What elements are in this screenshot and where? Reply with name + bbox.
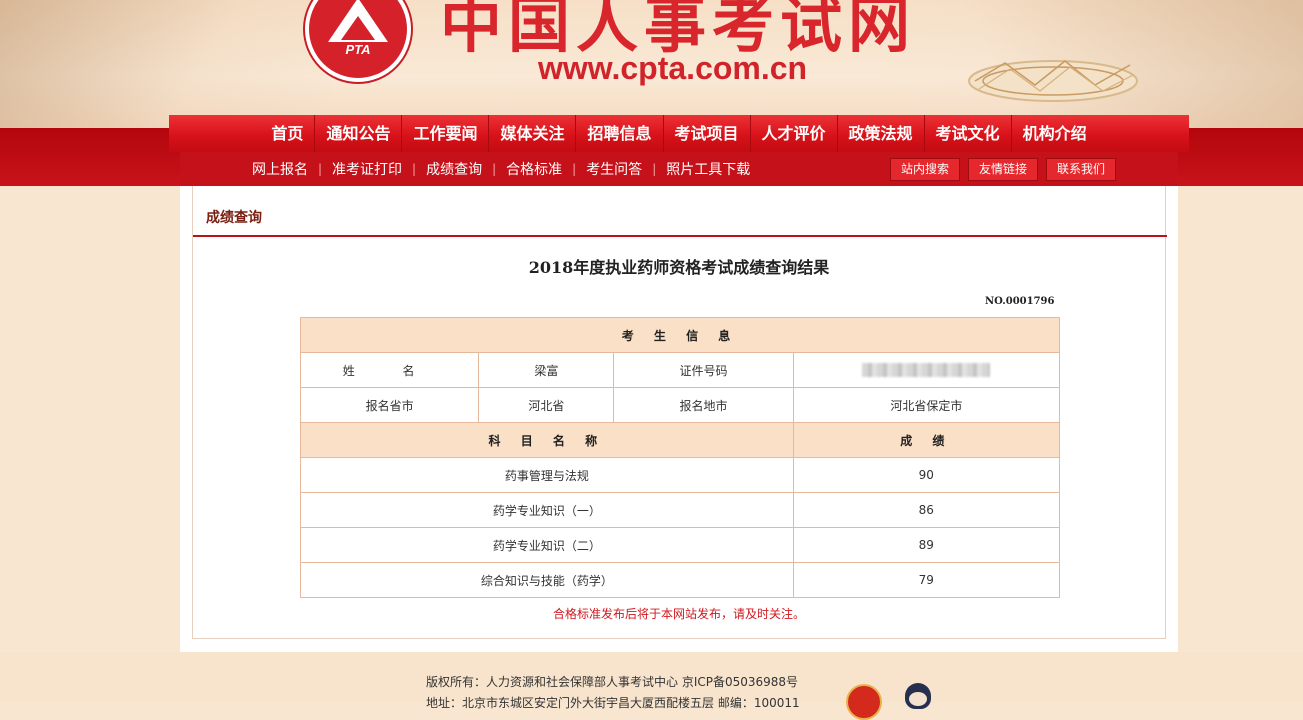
site-search-button[interactable]: 站内搜索 [890,158,961,181]
separator: | [572,162,577,176]
subject-score: 79 [792,562,1061,598]
table-row: 药学专业知识（二） 89 [300,527,1061,563]
subject-name: 药学专业知识（一） [300,492,794,528]
government-emblem-icon[interactable] [846,684,882,720]
nav-item-talent[interactable]: 人才评价 [749,115,837,152]
score-header: 成 绩 [792,422,1061,458]
nav-item-news[interactable]: 工作要闻 [401,115,488,152]
footer-copyright: 版权所有：人力资源和社会保障部人事考试中心 京ICP备05036988号 [426,675,799,689]
subject-header: 科 目 名 称 [300,422,794,458]
candidate-info-header: 考 生 信 息 [300,317,1060,353]
serial-number: NO.0001796 [985,296,1055,307]
logo-text: PTA [345,42,371,57]
sub-nav-photo-tool[interactable]: 照片工具下载 [666,159,750,179]
table-row: 考 生 信 息 [300,317,1060,353]
blurred-id-number [862,363,991,378]
nav-item-policy[interactable]: 政策法规 [836,115,924,152]
great-wall-decoration [0,0,330,128]
id-value-cell [792,352,1061,388]
sub-nav-score-query[interactable]: 成绩查询 [426,159,482,179]
id-label: 证件号码 [613,352,794,388]
panel-title: 成绩查询 [206,210,262,226]
nav-item-culture[interactable]: 考试文化 [923,115,1011,152]
separator: | [412,162,417,176]
table-row: 报名省市 河北省 报名地市 河北省保定市 [299,387,1061,423]
score-panel: 成绩查询 2018年度执业药师资格考试成绩查询结果 NO.0001796 考 生… [192,186,1167,639]
separator: | [492,162,497,176]
separator: | [318,162,323,176]
table-row: 姓 名 梁富 证件号码 [299,352,1061,388]
city-value: 河北省保定市 [792,387,1061,423]
province-label: 报名省市 [299,387,480,423]
contact-us-button[interactable]: 联系我们 [1046,158,1117,181]
sub-nav-admission-ticket[interactable]: 准考证打印 [332,159,402,179]
name-value: 梁富 [478,352,615,388]
sub-nav: 网上报名 | 准考证打印 | 成绩查询 | 合格标准 | 考生问答 | 照片工具… [180,152,1178,186]
sub-nav-online-registration[interactable]: 网上报名 [252,159,308,179]
sub-nav-faq[interactable]: 考生问答 [586,159,642,179]
sub-nav-pass-standard[interactable]: 合格标准 [506,159,562,179]
site-url: www.cpta.com.cn [538,50,808,86]
subject-name: 药事管理与法规 [300,457,794,493]
name-label: 姓 名 [299,352,480,388]
nav-item-about[interactable]: 机构介绍 [1010,115,1098,152]
sub-nav-buttons: 站内搜索 友情链接 联系我们 [890,158,1124,181]
birds-nest-stadium-image [968,60,1138,102]
pass-standard-notice: 合格标准发布后将于本网站发布，请及时关注。 [552,607,805,621]
police-face-icon [909,692,927,706]
panel-divider [193,235,1167,237]
nav-item-media[interactable]: 媒体关注 [488,115,575,152]
table-row: 药学专业知识（一） 86 [300,492,1061,528]
table-row: 科 目 名 称 成 绩 [300,422,1061,458]
sub-nav-links: 网上报名 | 准考证打印 | 成绩查询 | 合格标准 | 考生问答 | 照片工具… [252,152,750,186]
subject-score: 86 [792,492,1061,528]
separator: | [652,162,657,176]
nav-item-notices[interactable]: 通知公告 [314,115,401,152]
result-title: 2018年度执业药师资格考试成绩查询结果 [528,258,830,277]
subject-score: 90 [792,457,1061,493]
main-content: 成绩查询 2018年度执业药师资格考试成绩查询结果 NO.0001796 考 生… [180,186,1178,652]
nav-item-recruitment[interactable]: 招聘信息 [575,115,662,152]
nav-item-exams[interactable]: 考试项目 [662,115,750,152]
nav-item-home[interactable]: 首页 [260,115,314,152]
table-row: 综合知识与技能（药学） 79 [300,562,1061,598]
province-value: 河北省 [478,387,615,423]
subject-name: 综合知识与技能（药学） [300,562,794,598]
subject-score: 89 [792,527,1061,563]
friend-links-button[interactable]: 友情链接 [968,158,1039,181]
table-row: 药事管理与法规 90 [300,457,1061,493]
subject-name: 药学专业知识（二） [300,527,794,563]
score-table: 考 生 信 息 姓 名 梁富 证件号码 报名省市 河北省 报名地市 河北省保定市… [299,317,1061,598]
city-label: 报名地市 [613,387,794,423]
main-nav: 首页 通知公告 工作要闻 媒体关注 招聘信息 考试项目 人才评价 政策法规 考试… [169,115,1189,152]
